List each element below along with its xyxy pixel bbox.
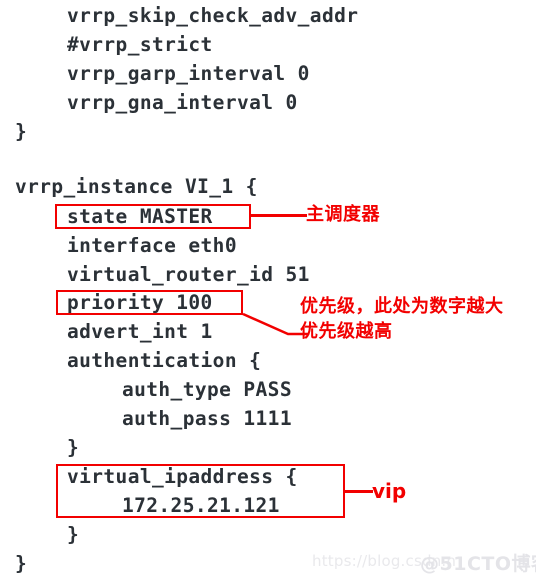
watermark-url: https://blog.csdn.n [312,552,457,570]
code-line: vrrp_gna_interval 0 [67,91,298,114]
leader-line-vip [345,490,373,493]
code-line: } [15,120,28,143]
code-line: 172.25.21.121 [122,494,280,517]
code-line: } [67,436,80,459]
code-line: priority 100 [67,291,213,314]
annotation-vip-label: vip [372,479,407,503]
code-line: advert_int 1 [67,320,213,343]
code-line: auth_type PASS [122,378,292,401]
code-screenshot: vrrp_skip_check_adv_addr #vrrp_strictvrrp… [0,0,536,583]
leader-line-state [251,214,307,217]
annotation-priority-label-line2: 优先级越高 [300,321,393,342]
code-line: vrrp_skip_check_adv_addr [67,4,359,27]
code-line: #vrrp_strict [67,33,213,56]
code-line: auth_pass 1111 [122,407,292,430]
code-line: } [67,523,80,546]
code-line: vrrp_garp_interval 0 [67,62,310,85]
code-line: vrrp_instance VI_1 { [15,175,258,198]
annotation-state-label: 主调度器 [306,204,380,225]
watermark-brand: @51CTO博客 [420,553,536,575]
code-line: interface eth0 [67,234,237,257]
code-line: virtual_ipaddress { [67,465,298,488]
annotation-priority-label-line1: 优先级，此处为数字越大 [300,296,504,317]
code-line: state MASTER [67,205,213,228]
code-line: authentication { [67,349,262,372]
code-line: virtual_router_id 51 [67,263,310,286]
code-line: } [15,552,28,575]
